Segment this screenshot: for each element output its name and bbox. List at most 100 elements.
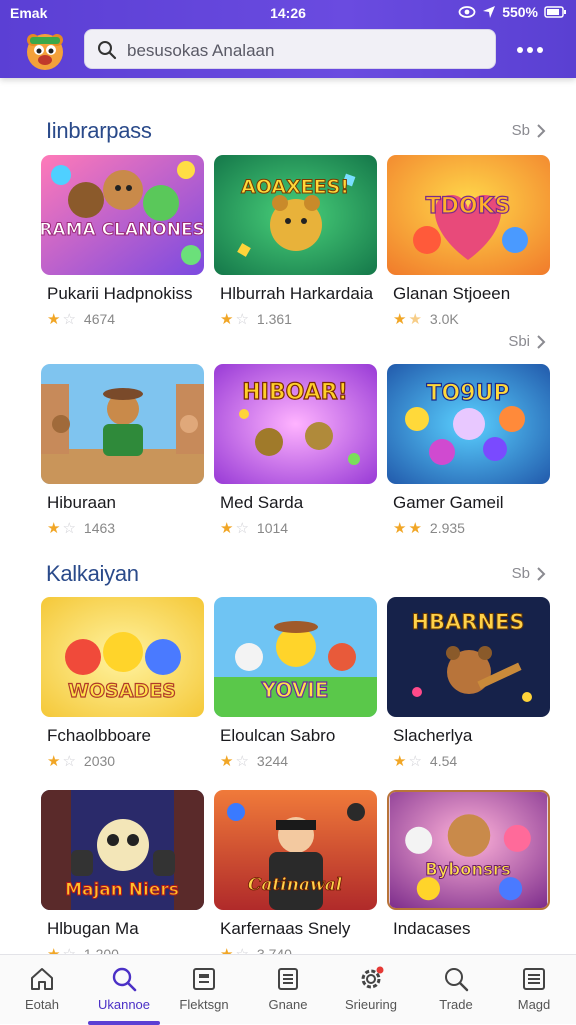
star-icon: ★: [220, 753, 234, 770]
game-name: Glanan Stjoeen: [393, 284, 511, 303]
battery-percent: 550%: [502, 4, 538, 20]
art-title: Bybonsrs: [425, 860, 511, 879]
art-title: TRAMA CLANONESS: [41, 220, 204, 240]
active-indicator: [88, 1021, 160, 1025]
nav-item-trade[interactable]: Trade: [420, 955, 492, 1025]
rating: ★ ☆ 1014: [220, 519, 383, 537]
avatar[interactable]: [24, 30, 66, 72]
star-icon: ★: [220, 311, 234, 328]
nav-label: Eotah: [25, 997, 59, 1012]
bottom-navigation: Eotah Ukannoe Flektsgn Gnane Srieuring T…: [0, 954, 576, 1025]
star-half-icon: ★: [408, 311, 422, 328]
rating: ★ ☆ 2030: [47, 752, 210, 770]
art-title: YOVIE: [261, 678, 329, 702]
search-icon: [445, 968, 469, 992]
art-title: Catinawal: [248, 875, 343, 895]
game-name: Fchaolbboare: [47, 726, 151, 745]
art-title: WOSADES: [68, 680, 176, 702]
game-thumbnail: Majan Niers: [41, 790, 204, 910]
rating-value: 2030: [83, 753, 116, 769]
more-options-button[interactable]: [514, 38, 546, 62]
see-all-link[interactable]: Sb: [512, 565, 546, 582]
game-card[interactable]: Majan Niers Hlbugan Ma ★☆ 1.200: [41, 790, 204, 963]
chevron-right-icon: [537, 123, 546, 138]
chevron-right-icon: [537, 566, 546, 581]
game-name: Hlburrah Harkardaia: [220, 284, 374, 303]
star-empty-icon: ☆: [235, 520, 249, 537]
dot-icon: [537, 47, 543, 53]
nav-item-settings[interactable]: Srieuring: [335, 955, 407, 1025]
game-card[interactable]: HIBOAR! Med Sarda ★ ☆ 1014: [214, 364, 377, 537]
nav-item-home[interactable]: Eotah: [6, 955, 78, 1025]
game-card[interactable]: Bybonsrs Indacases: [387, 790, 550, 939]
dot-icon: [527, 47, 533, 53]
list-icon: [523, 968, 545, 990]
star-icon: ★: [408, 520, 422, 537]
rating-value: 1463: [83, 520, 116, 536]
rating: ★ ☆ 4.54: [393, 752, 556, 770]
status-icons: 550%: [458, 4, 566, 20]
nav-label: Srieuring: [344, 997, 398, 1012]
game-card[interactable]: TRAMA CLANONESS Pukarii Hadpnokiss ★☆ 46…: [41, 155, 204, 328]
game-card[interactable]: Hiburaan ★ ☆ 1463: [41, 364, 204, 537]
square-grid-icon: [193, 968, 215, 990]
rating-value: 1.361: [256, 311, 292, 327]
rating: ★ ☆ 1.361: [220, 310, 383, 328]
game-name: Hlbugan Ma: [47, 919, 139, 938]
eye-icon: [458, 6, 476, 18]
star-icon: ★: [220, 520, 234, 537]
rating-value: 4674: [83, 311, 116, 327]
see-all-link[interactable]: Sbi: [508, 333, 546, 350]
game-thumbnail: Catinawal: [214, 790, 377, 910]
star-icon: ★: [47, 311, 61, 328]
dot-icon: [517, 47, 523, 53]
art-title: HBARNES: [411, 610, 524, 634]
game-card[interactable]: Catinawal Karfernaas Snely ★☆ 3.740: [214, 790, 377, 963]
star-empty-icon: ☆: [62, 753, 76, 770]
section-title: Iinbrarpass: [46, 118, 152, 143]
nav-label: Trade: [439, 997, 473, 1012]
star-icon: ★: [393, 753, 407, 770]
game-card[interactable]: TDOKS Glanan Stjoeen ★ ★ 3.0K: [387, 155, 550, 328]
art-title: HIBOAR!: [242, 380, 347, 405]
location-icon: [483, 6, 496, 18]
rating: ★ ☆ 4674: [47, 310, 210, 328]
game-card[interactable]: AOAXEES! Hlburrah Harkardaia ★ ☆ 1.361: [214, 155, 377, 328]
see-all-link[interactable]: Sb: [512, 122, 546, 139]
search-input[interactable]: besusokas Analaan: [84, 29, 496, 69]
rating-value: 2.935: [429, 520, 465, 536]
battery-icon: [544, 6, 566, 18]
nav-label: Gnane: [268, 997, 308, 1012]
star-empty-icon: ☆: [62, 311, 76, 328]
home-icon: [31, 968, 53, 990]
art-title: TO9UP: [426, 381, 509, 406]
bear-mascot-icon: [27, 34, 63, 70]
see-all-label: Sb: [511, 565, 530, 582]
game-thumbnail: TO9UP: [387, 364, 550, 484]
nav-item-flektsgn[interactable]: Flektsgn: [168, 955, 240, 1025]
game-card[interactable]: WOSADES Fchaolbboare ★ ☆ 2030: [41, 597, 204, 770]
rating: ★ ☆ 3244: [220, 752, 383, 770]
star-empty-icon: ☆: [235, 753, 249, 770]
nav-item-magd[interactable]: Magd: [498, 955, 570, 1025]
nav-item-search[interactable]: Ukannoe: [88, 955, 160, 1025]
game-card[interactable]: HBARNES Slacherlya ★ ☆ 4.54: [387, 597, 550, 770]
document-icon: [278, 968, 298, 990]
nav-label: Ukannoe: [97, 997, 151, 1012]
rating: ★ ☆ 1463: [47, 519, 210, 537]
game-name: Karfernaas Snely: [220, 919, 351, 938]
rating-value: 3244: [256, 753, 289, 769]
game-thumbnail: HIBOAR!: [214, 364, 377, 484]
game-card[interactable]: YOVIE Eloulcan Sabro ★ ☆ 3244: [214, 597, 377, 770]
nav-item-gnane[interactable]: Gnane: [252, 955, 324, 1025]
game-card[interactable]: TO9UP Gamer Gameil ★ ★ 2.935: [387, 364, 550, 537]
star-icon: ★: [393, 311, 407, 328]
rating: ★ ★ 2.935: [393, 519, 556, 537]
game-name: Slacherlya: [393, 726, 473, 745]
search-icon: [112, 967, 137, 992]
star-empty-icon: ☆: [62, 520, 76, 537]
game-name: Pukarii Hadpnokiss: [47, 284, 193, 303]
rating-value: 3.0K: [429, 311, 459, 327]
art-title: TDOKS: [426, 194, 511, 219]
see-all-label: Sbi: [508, 333, 530, 350]
